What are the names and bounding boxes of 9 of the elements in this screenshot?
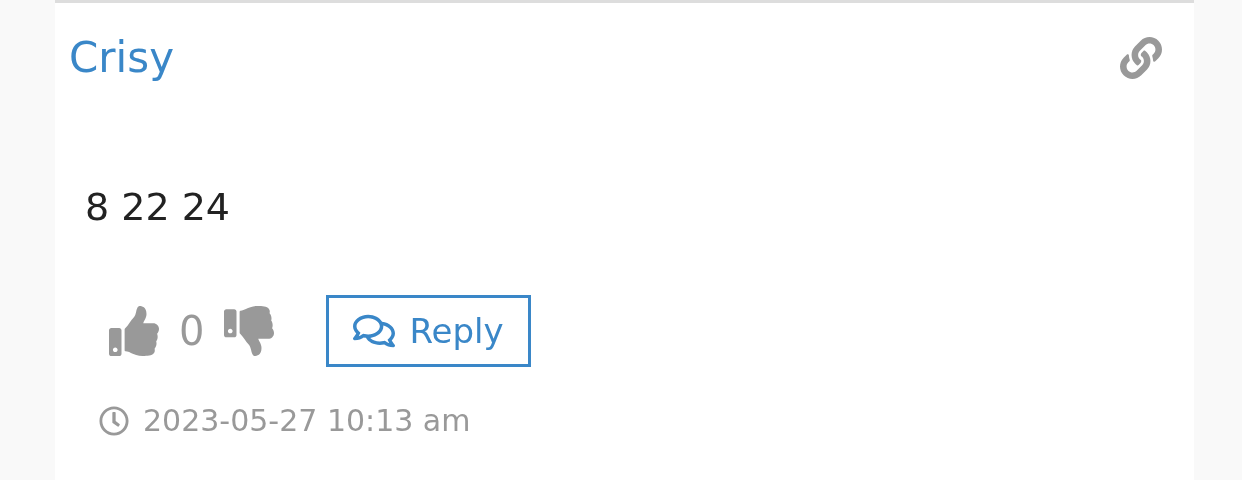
vote-count: 0	[179, 308, 205, 355]
author-link[interactable]: Crisy	[69, 33, 174, 84]
thumbs-down-icon[interactable]	[224, 306, 275, 357]
clock-icon	[99, 405, 129, 436]
reply-button[interactable]: Reply	[326, 295, 531, 368]
thumbs-up-icon[interactable]	[109, 306, 159, 357]
link-icon[interactable]	[1120, 37, 1162, 80]
timestamp: 2023-05-27 10:13 am	[143, 403, 471, 439]
comment-text: 8 22 24	[85, 185, 232, 230]
